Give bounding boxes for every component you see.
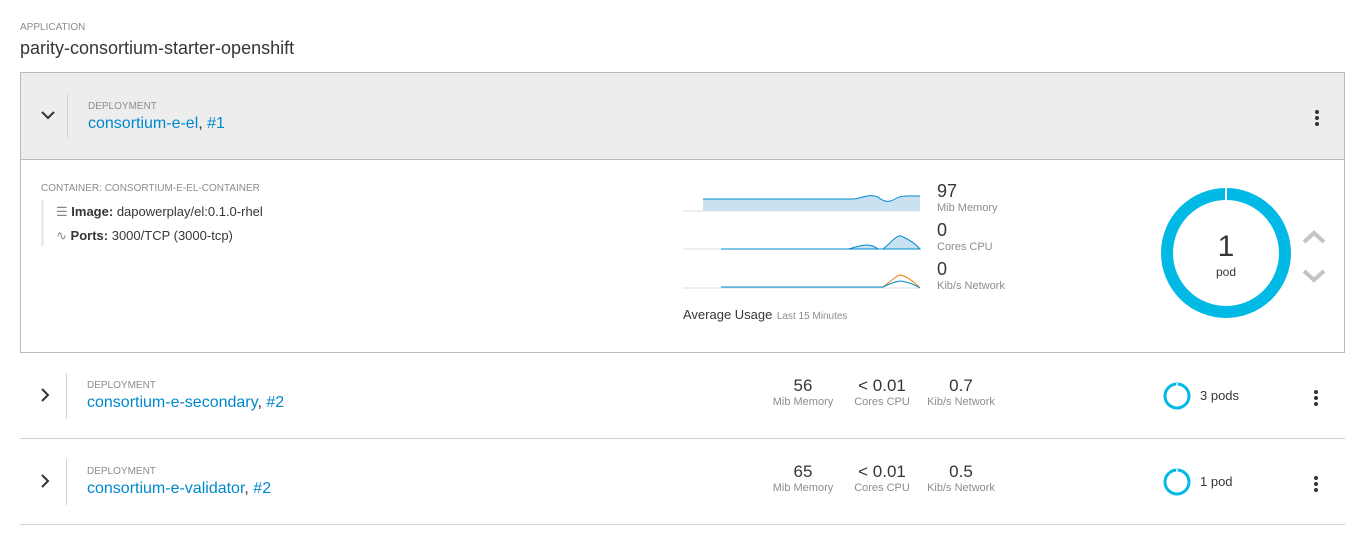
network-unit: Kib/s Network — [927, 482, 995, 494]
kebab-menu-icon[interactable] — [1314, 474, 1318, 494]
memory-unit: Mib Memory — [772, 396, 834, 408]
network-value: 0.5 — [949, 462, 973, 481]
cpu-unit: Cores CPU — [854, 482, 910, 494]
network-unit: Kib/s Network — [927, 396, 995, 408]
memory-value: 97 — [937, 181, 958, 201]
image-value: dapowerplay/el:0.1.0-rhel — [116, 204, 263, 219]
chevron-right-icon[interactable] — [40, 474, 50, 488]
deployment-panel-expanded: DEPLOYMENT consortium-e-el, #1 CONTAINER… — [20, 72, 1345, 353]
memory-sparkline — [683, 195, 921, 212]
usage-sparklines — [683, 195, 922, 289]
usage-period: Last 15 Minutes — [776, 311, 848, 322]
cpu-value: 0 — [937, 220, 948, 240]
network-unit: Kib/s Network — [937, 280, 1005, 292]
kebab-menu-icon[interactable] — [1314, 388, 1318, 408]
deployment-header[interactable]: DEPLOYMENT consortium-e-el, #1 — [21, 73, 1344, 160]
cpu-unit: Cores CPU — [854, 396, 910, 408]
chevron-down-icon[interactable] — [41, 110, 55, 120]
cpu-value: < 0.01 — [858, 376, 906, 395]
deployment-name-link[interactable]: consortium-e-secondary — [87, 394, 257, 411]
deployment-revision-link[interactable]: #1 — [207, 115, 225, 132]
network-value: 0.7 — [949, 376, 973, 395]
pod-donut — [1163, 468, 1191, 496]
application-name: parity-consortium-starter-openshift — [20, 38, 295, 58]
scale-down-icon[interactable] — [1302, 269, 1326, 283]
pod-donut — [1163, 382, 1191, 410]
pod-count: 1 — [1217, 230, 1235, 263]
deployment-label: DEPLOYMENT — [87, 466, 156, 477]
deployment-revision-link[interactable]: #2 — [253, 480, 271, 497]
network-sparkline — [683, 274, 921, 289]
chevron-right-icon[interactable] — [40, 388, 50, 402]
memory-unit: Mib Memory — [772, 482, 834, 494]
deployment-revision-link[interactable]: #2 — [266, 394, 284, 411]
scale-up-icon[interactable] — [1302, 230, 1326, 244]
layers-icon: ☰ — [56, 204, 68, 219]
pod-count: 1 pod — [1200, 474, 1233, 489]
cpu-sparkline — [683, 235, 922, 250]
network-value: 0 — [937, 259, 948, 279]
deployment-row[interactable]: DEPLOYMENT consortium-e-validator, #2 65… — [20, 439, 1345, 525]
memory-value: 65 — [793, 462, 813, 481]
container-label: CONTAINER: CONSORTIUM-E-EL-CONTAINER — [41, 183, 260, 194]
cpu-unit: Cores CPU — [937, 241, 993, 253]
deployment-name-link[interactable]: consortium-e-el — [88, 115, 198, 132]
ports-value: 3000/TCP (3000-tcp) — [111, 228, 233, 243]
memory-value: 56 — [793, 376, 813, 395]
pod-label: pod — [1215, 265, 1237, 279]
deployment-name-link[interactable]: consortium-e-validator — [87, 480, 244, 497]
pod-count: 3 pods — [1200, 388, 1240, 403]
deployment-row[interactable]: DEPLOYMENT consortium-e-secondary, #2 56… — [20, 353, 1345, 439]
usage-title: Average Usage — [683, 307, 773, 322]
application-label: APPLICATION — [20, 22, 86, 33]
deployment-label: DEPLOYMENT — [87, 380, 156, 391]
pulse-icon: ∿ — [56, 228, 67, 243]
cpu-value: < 0.01 — [858, 462, 906, 481]
memory-unit: Mib Memory — [937, 202, 998, 214]
kebab-menu-icon[interactable] — [1315, 108, 1319, 128]
deployment-label: DEPLOYMENT — [88, 101, 157, 112]
